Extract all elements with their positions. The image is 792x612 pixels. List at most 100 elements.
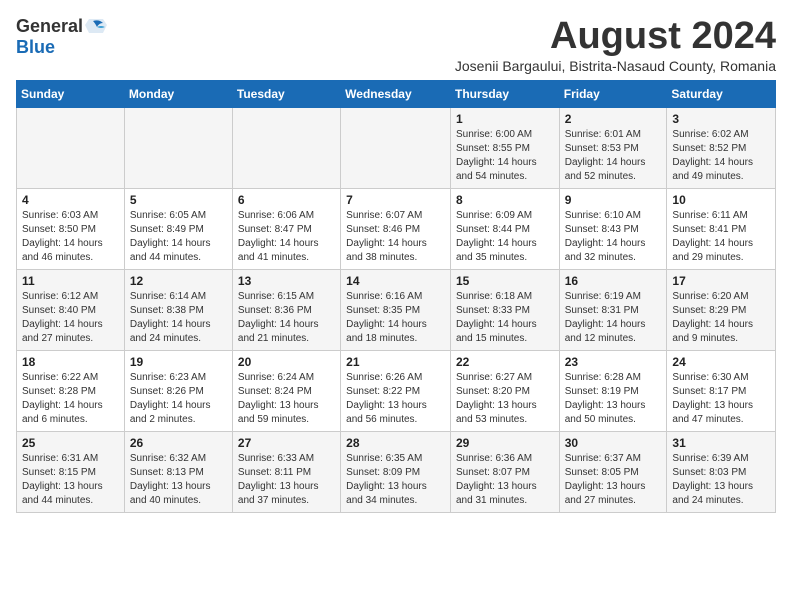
calendar-cell [124,107,232,188]
calendar-cell: 29 Sunrise: 6:36 AM Sunset: 8:07 PM Dayli… [450,431,559,512]
calendar-header-row: SundayMondayTuesdayWednesdayThursdayFrid… [17,80,776,107]
calendar-table: SundayMondayTuesdayWednesdayThursdayFrid… [16,80,776,513]
calendar-cell: 28 Sunrise: 6:35 AM Sunset: 8:09 PM Dayli… [341,431,451,512]
calendar-cell: 12Sunrise: 6:14 AM Sunset: 8:38 PM Dayli… [124,269,232,350]
calendar-cell: 19 Sunrise: 6:23 AM Sunset: 8:26 PM Dayli… [124,350,232,431]
day-number: 26 [130,436,227,450]
header-day-saturday: Saturday [667,80,776,107]
calendar-week-1: 1Sunrise: 6:00 AM Sunset: 8:55 PM Daylig… [17,107,776,188]
cell-content: Sunrise: 6:32 AM Sunset: 8:13 PM Dayligh… [130,452,227,508]
calendar-cell: 15Sunrise: 6:18 AM Sunset: 8:33 PM Dayli… [450,269,559,350]
day-number: 31 [672,436,770,450]
calendar-cell: 3 Sunrise: 6:02 AM Sunset: 8:52 PM Daylig… [667,107,776,188]
calendar-cell: 2 Sunrise: 6:01 AM Sunset: 8:53 PM Daylig… [559,107,667,188]
header-day-sunday: Sunday [17,80,125,107]
day-number: 2 [565,112,662,126]
logo-blue-text: Blue [16,37,55,58]
day-number: 22 [456,355,554,369]
location-subtitle: Josenii Bargaului, Bistrita-Nasaud Count… [455,58,776,74]
header: General Blue August 2024 Josenii Bargaul… [16,16,776,74]
header-day-wednesday: Wednesday [341,80,451,107]
cell-content: Sunrise: 6:30 AM Sunset: 8:17 PM Dayligh… [672,371,770,427]
day-number: 14 [346,274,445,288]
day-number: 30 [565,436,662,450]
cell-content: Sunrise: 6:22 AM Sunset: 8:28 PM Dayligh… [22,371,119,427]
day-number: 1 [456,112,554,126]
cell-content: Sunrise: 6:24 AM Sunset: 8:24 PM Dayligh… [238,371,335,427]
cell-content: Sunrise: 6:36 AM Sunset: 8:07 PM Dayligh… [456,452,554,508]
calendar-cell: 18Sunrise: 6:22 AM Sunset: 8:28 PM Dayli… [17,350,125,431]
cell-content: Sunrise: 6:01 AM Sunset: 8:53 PM Dayligh… [565,128,662,184]
cell-content: Sunrise: 6:27 AM Sunset: 8:20 PM Dayligh… [456,371,554,427]
logo-bird-icon [85,15,107,37]
cell-content: Sunrise: 6:05 AM Sunset: 8:49 PM Dayligh… [130,209,227,265]
calendar-cell: 1Sunrise: 6:00 AM Sunset: 8:55 PM Daylig… [450,107,559,188]
cell-content: Sunrise: 6:09 AM Sunset: 8:44 PM Dayligh… [456,209,554,265]
cell-content: Sunrise: 6:02 AM Sunset: 8:52 PM Dayligh… [672,128,770,184]
cell-content: Sunrise: 6:19 AM Sunset: 8:31 PM Dayligh… [565,290,662,346]
calendar-cell: 16 Sunrise: 6:19 AM Sunset: 8:31 PM Dayli… [559,269,667,350]
day-number: 29 [456,436,554,450]
calendar-body: 1Sunrise: 6:00 AM Sunset: 8:55 PM Daylig… [17,107,776,512]
day-number: 7 [346,193,445,207]
calendar-cell: 22 Sunrise: 6:27 AM Sunset: 8:20 PM Dayli… [450,350,559,431]
day-number: 21 [346,355,445,369]
cell-content: Sunrise: 6:23 AM Sunset: 8:26 PM Dayligh… [130,371,227,427]
logo: General Blue [16,16,107,58]
header-day-friday: Friday [559,80,667,107]
day-number: 8 [456,193,554,207]
cell-content: Sunrise: 6:35 AM Sunset: 8:09 PM Dayligh… [346,452,445,508]
calendar-cell: 20 Sunrise: 6:24 AM Sunset: 8:24 PM Dayli… [232,350,340,431]
cell-content: Sunrise: 6:33 AM Sunset: 8:11 PM Dayligh… [238,452,335,508]
day-number: 24 [672,355,770,369]
calendar-cell: 8 Sunrise: 6:09 AM Sunset: 8:44 PM Daylig… [450,188,559,269]
calendar-cell: 14 Sunrise: 6:16 AM Sunset: 8:35 PM Dayli… [341,269,451,350]
day-number: 28 [346,436,445,450]
calendar-cell [232,107,340,188]
calendar-cell: 24 Sunrise: 6:30 AM Sunset: 8:17 PM Dayli… [667,350,776,431]
calendar-week-3: 11Sunrise: 6:12 AM Sunset: 8:40 PM Dayli… [17,269,776,350]
cell-content: Sunrise: 6:37 AM Sunset: 8:05 PM Dayligh… [565,452,662,508]
calendar-week-4: 18Sunrise: 6:22 AM Sunset: 8:28 PM Dayli… [17,350,776,431]
calendar-cell: 5Sunrise: 6:05 AM Sunset: 8:49 PM Daylig… [124,188,232,269]
cell-content: Sunrise: 6:06 AM Sunset: 8:47 PM Dayligh… [238,209,335,265]
header-day-tuesday: Tuesday [232,80,340,107]
calendar-cell: 7 Sunrise: 6:07 AM Sunset: 8:46 PM Daylig… [341,188,451,269]
calendar-week-5: 25Sunrise: 6:31 AM Sunset: 8:15 PM Dayli… [17,431,776,512]
cell-content: Sunrise: 6:07 AM Sunset: 8:46 PM Dayligh… [346,209,445,265]
cell-content: Sunrise: 6:26 AM Sunset: 8:22 PM Dayligh… [346,371,445,427]
calendar-cell: 23 Sunrise: 6:28 AM Sunset: 8:19 PM Dayli… [559,350,667,431]
day-number: 16 [565,274,662,288]
day-number: 25 [22,436,119,450]
day-number: 23 [565,355,662,369]
cell-content: Sunrise: 6:39 AM Sunset: 8:03 PM Dayligh… [672,452,770,508]
cell-content: Sunrise: 6:16 AM Sunset: 8:35 PM Dayligh… [346,290,445,346]
calendar-cell [17,107,125,188]
cell-content: Sunrise: 6:18 AM Sunset: 8:33 PM Dayligh… [456,290,554,346]
calendar-week-2: 4Sunrise: 6:03 AM Sunset: 8:50 PM Daylig… [17,188,776,269]
day-number: 19 [130,355,227,369]
day-number: 12 [130,274,227,288]
calendar-cell: 4Sunrise: 6:03 AM Sunset: 8:50 PM Daylig… [17,188,125,269]
day-number: 6 [238,193,335,207]
calendar-cell: 26 Sunrise: 6:32 AM Sunset: 8:13 PM Dayli… [124,431,232,512]
day-number: 20 [238,355,335,369]
title-area: August 2024 Josenii Bargaului, Bistrita-… [455,16,776,74]
day-number: 3 [672,112,770,126]
calendar-cell: 31 Sunrise: 6:39 AM Sunset: 8:03 PM Dayli… [667,431,776,512]
calendar-cell: 25Sunrise: 6:31 AM Sunset: 8:15 PM Dayli… [17,431,125,512]
header-day-monday: Monday [124,80,232,107]
day-number: 13 [238,274,335,288]
cell-content: Sunrise: 6:28 AM Sunset: 8:19 PM Dayligh… [565,371,662,427]
cell-content: Sunrise: 6:20 AM Sunset: 8:29 PM Dayligh… [672,290,770,346]
cell-content: Sunrise: 6:15 AM Sunset: 8:36 PM Dayligh… [238,290,335,346]
cell-content: Sunrise: 6:11 AM Sunset: 8:41 PM Dayligh… [672,209,770,265]
header-day-thursday: Thursday [450,80,559,107]
calendar-cell: 11Sunrise: 6:12 AM Sunset: 8:40 PM Dayli… [17,269,125,350]
calendar-cell: 17Sunrise: 6:20 AM Sunset: 8:29 PM Dayli… [667,269,776,350]
day-number: 4 [22,193,119,207]
day-number: 9 [565,193,662,207]
calendar-cell: 21 Sunrise: 6:26 AM Sunset: 8:22 PM Dayli… [341,350,451,431]
calendar-cell: 27Sunrise: 6:33 AM Sunset: 8:11 PM Dayli… [232,431,340,512]
calendar-cell: 6 Sunrise: 6:06 AM Sunset: 8:47 PM Daylig… [232,188,340,269]
